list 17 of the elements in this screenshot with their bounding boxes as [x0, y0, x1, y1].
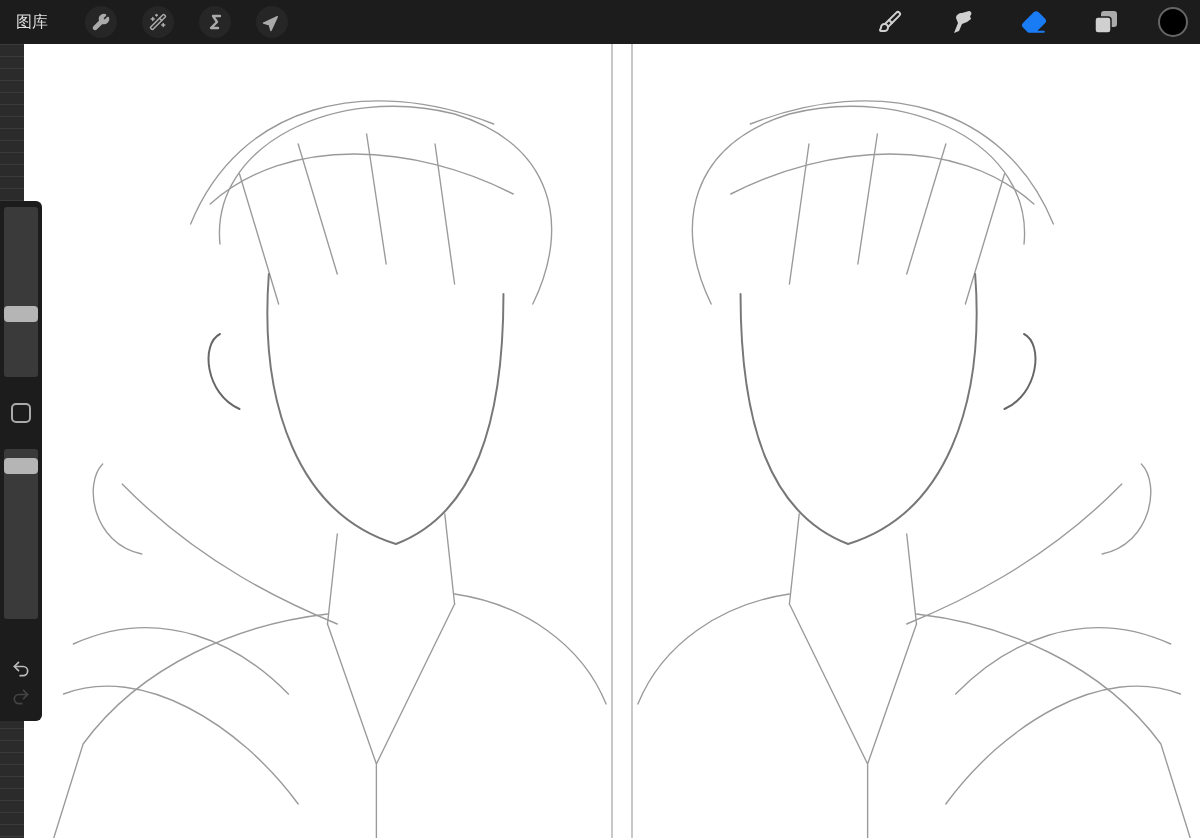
- layers-icon: [1094, 10, 1118, 34]
- toolbar-button[interactable]: [85, 6, 117, 38]
- slider-thumb[interactable]: [4, 458, 38, 475]
- magic-wand-icon: [149, 13, 167, 31]
- undo-button[interactable]: [11, 659, 31, 679]
- eraser-icon: [1021, 9, 1047, 35]
- toolbar-button[interactable]: [142, 6, 174, 38]
- brush-icon: [878, 10, 902, 34]
- slider-thumb[interactable]: [4, 305, 38, 322]
- color-swatch[interactable]: [1158, 7, 1188, 37]
- wrench-icon: [92, 13, 110, 31]
- opacity-slider[interactable]: [4, 449, 38, 619]
- gallery-button[interactable]: 图库: [16, 10, 48, 34]
- modify-button[interactable]: [11, 403, 31, 423]
- toolbar-button[interactable]: [199, 6, 231, 38]
- toolbar-button[interactable]: [256, 6, 288, 38]
- brush-size-slider[interactable]: [4, 207, 38, 377]
